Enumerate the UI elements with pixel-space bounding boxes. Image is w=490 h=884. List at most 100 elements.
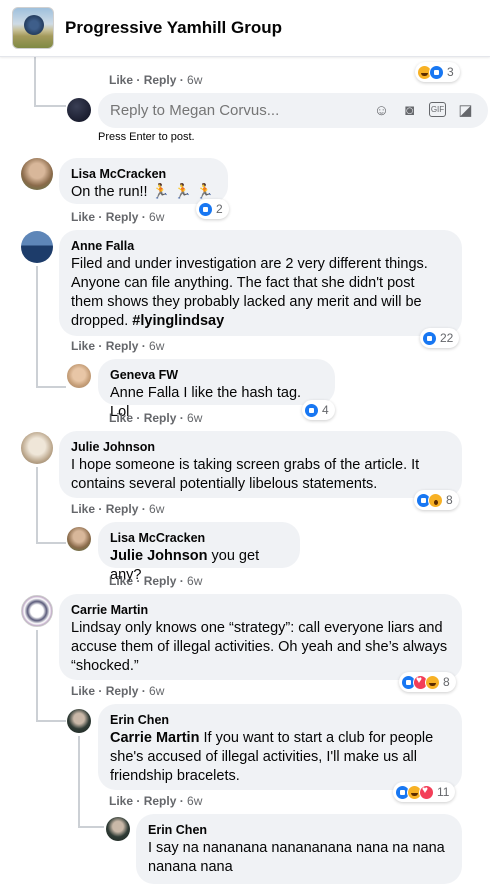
avatar[interactable] [21,432,53,464]
gif-icon[interactable]: GIF [429,102,446,117]
comment-bubble: Lisa McCracken On the run!! 🏃 🏃 🏃 [59,158,228,204]
avatar[interactable] [21,595,53,627]
reaction-count: 22 [440,331,454,345]
group-avatar[interactable] [12,7,54,49]
comment-bubble: Geneva FW Anne Falla I like the hash tag… [98,359,335,420]
comment-text: I hope someone is taking screen grabs of… [71,457,420,492]
reaction-badge[interactable]: 8 [414,490,459,510]
like-link[interactable]: Like [71,210,95,224]
reply-link[interactable]: Reply [144,73,177,87]
group-header: Progressive Yamhill Group [0,0,490,57]
comment-actions: Like · Reply · 6w [109,411,203,425]
reaction-badge[interactable]: 22 [420,328,460,348]
mention-link[interactable]: Julie Johnson [110,548,208,564]
like-link[interactable]: Like [109,411,133,425]
comment-time[interactable]: 6w [187,73,202,87]
sticker-icon[interactable]: ◪ [457,102,474,119]
reply-link[interactable]: Reply [106,339,139,353]
comment-author[interactable]: Geneva FW [110,367,323,383]
avatar[interactable] [67,364,91,388]
thread-line [78,826,104,828]
thread-line [78,736,80,828]
comment-text: Filed and under investigation are 2 very… [71,256,428,329]
group-title[interactable]: Progressive Yamhill Group [65,18,282,38]
reply-link[interactable]: Reply [144,411,177,425]
comment-author[interactable]: Carrie Martin [71,602,450,618]
reaction-count: 11 [437,785,450,799]
comment-bubble: Erin Chen I say na nananana nanananana n… [136,814,462,884]
thread-line [36,467,38,544]
like-link[interactable]: Like [109,574,133,588]
hashtag-link[interactable]: #lyinglindsay [132,313,224,329]
comment-time[interactable]: 6w [149,684,164,698]
wow-icon [428,492,443,508]
reaction-count: 8 [443,675,450,689]
haha-icon [425,674,440,690]
like-link[interactable]: Like [71,339,95,353]
camera-icon[interactable]: ◙ [401,102,418,119]
avatar[interactable] [106,817,130,841]
avatar[interactable] [67,709,91,733]
reply-link[interactable]: Reply [144,794,177,808]
thread-line [36,386,66,388]
like-link[interactable]: Like [71,502,95,516]
comment-author[interactable]: Lisa McCracken [71,166,216,182]
comment-time[interactable]: 6w [149,502,164,516]
reaction-badge[interactable]: 11 [393,782,456,802]
current-user-avatar[interactable] [67,98,91,122]
comment-author[interactable]: Erin Chen [110,712,450,728]
reaction-count: 2 [216,202,223,216]
avatar[interactable] [21,231,53,263]
reply-link[interactable]: Reply [106,210,139,224]
comment-actions: Like · Reply · 6w [71,502,165,516]
like-link[interactable]: Like [71,684,95,698]
love-icon [419,784,434,800]
comment-actions: Like · Reply · 6w [71,339,165,353]
like-icon [198,201,213,217]
reaction-badge[interactable]: 8 [399,672,456,692]
avatar[interactable] [67,527,91,551]
reply-input[interactable] [110,102,370,119]
like-link[interactable]: Like [109,794,133,808]
thread-line [36,630,38,722]
comment-time[interactable]: 6w [187,794,202,808]
mention-link[interactable]: Carrie Martin [110,730,199,746]
reaction-badge[interactable]: 4 [302,400,335,420]
comment-time[interactable]: 6w [187,574,202,588]
comment-bubble: Carrie Martin Lindsay only knows one “st… [59,594,462,680]
thread-line [34,57,36,107]
reply-link[interactable]: Reply [106,502,139,516]
reaction-badge[interactable]: 2 [196,199,229,219]
thread-line [34,105,66,107]
comment-bubble: Anne Falla Filed and under investigation… [59,230,462,336]
comment-time[interactable]: 6w [187,411,202,425]
thread-line [36,720,66,722]
comment-author[interactable]: Erin Chen [148,822,450,838]
thread-line [36,266,38,388]
comment-author[interactable]: Lisa McCracken [110,530,288,546]
comment-bubble: Erin Chen Carrie Martin If you want to s… [98,704,462,790]
comment-time[interactable]: 6w [149,339,164,353]
comment-author[interactable]: Julie Johnson [71,439,450,455]
like-link[interactable]: Like [109,73,133,87]
reply-box[interactable]: ☺ ◙ GIF ◪ [98,93,488,128]
comment-text: Lindsay only knows one “strategy”: call … [71,620,448,674]
reply-link[interactable]: Reply [144,574,177,588]
comment-text: On the run!! 🏃 🏃 🏃 [71,184,214,200]
avatar[interactable] [21,158,53,190]
emoji-icon[interactable]: ☺ [373,102,390,119]
comment-author[interactable]: Anne Falla [71,238,450,254]
comment-bubble: Julie Johnson I hope someone is taking s… [59,431,462,498]
comment-actions: Like · Reply · 6w [71,684,165,698]
comment-actions: Like · Reply · 6w [109,574,203,588]
reaction-badge[interactable]: 3 [415,62,460,82]
reaction-count: 3 [447,65,454,79]
reaction-count: 8 [446,493,453,507]
reply-link[interactable]: Reply [106,684,139,698]
like-icon [304,402,319,418]
press-enter-hint: Press Enter to post. [98,131,195,143]
reaction-count: 4 [322,403,329,417]
thread-line [36,542,66,544]
comment-time[interactable]: 6w [149,210,164,224]
comment-bubble: Lisa McCracken Julie Johnson you get any… [98,522,300,583]
